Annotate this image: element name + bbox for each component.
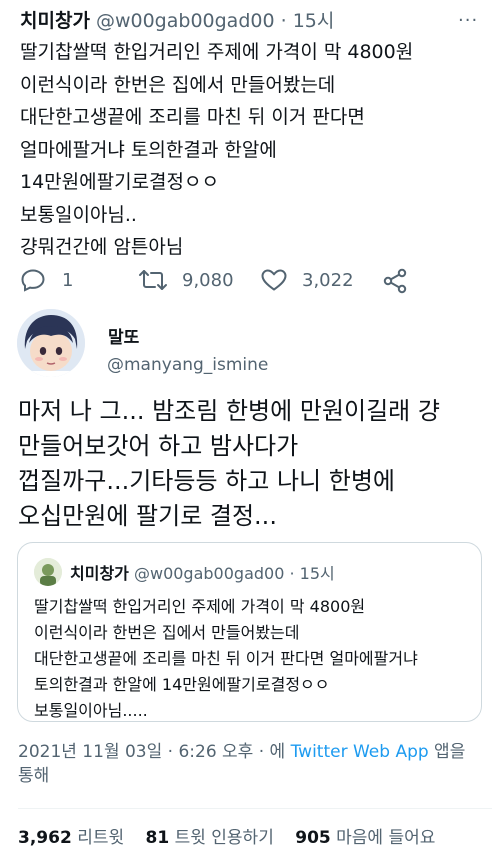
quoted-tweet-line: 보통일이아님..... bbox=[34, 701, 148, 720]
tweet2-line: 오십만원에 팔기로 결정... bbox=[18, 502, 277, 530]
quoted-tweet-time: 15시 bbox=[299, 564, 335, 583]
retweets-count: 3,962 bbox=[18, 828, 72, 848]
quotes-stat[interactable]: 81 트윗 인용하기 bbox=[146, 828, 274, 848]
tweet1-line: 걍뭐건간에 암튼아님 bbox=[20, 236, 184, 258]
engagement-stats: 3,962 리트윗 81 트윗 인용하기 905 마음에 들어요 bbox=[18, 823, 435, 848]
share-button[interactable] bbox=[382, 268, 408, 294]
tweet1-display-name[interactable]: 치미창가 bbox=[20, 10, 90, 32]
tweet1-line: 대단한고생끝에 조리를 마친 뒤 이거 판다면 bbox=[20, 106, 365, 128]
tweet-timestamp[interactable]: 2021년 11월 03일 · 6:26 오후 · 에 bbox=[18, 742, 291, 762]
retweet-icon bbox=[138, 268, 168, 292]
tweet1-line: 보통일이아님.. bbox=[20, 203, 137, 226]
reply-count: 1 bbox=[62, 269, 74, 291]
meta-line2: 통해 bbox=[18, 766, 50, 786]
quoted-tweet-text: 딸기찹쌀떡 한입거리인 주제에 가격이 막 4800원 이런식이라 한번은 집에… bbox=[34, 594, 474, 724]
reply-button[interactable]: 1 bbox=[20, 268, 73, 292]
retweet-button[interactable]: 9,080 bbox=[138, 268, 234, 292]
tweet1-header: 치미창가 @w00gab00gad00 · 15시 bbox=[20, 6, 334, 33]
tweet2-display-name[interactable]: 말또 bbox=[108, 323, 139, 348]
source-app-link[interactable]: Twitter Web App bbox=[291, 742, 429, 762]
tweet2-text: 마저 나 그... 밤조림 한병에 만원이길래 걍 만들어보갓어 하고 밤사다가… bbox=[18, 394, 488, 534]
tweet2-line: 껍질까구...기타등등 하고 나니 한병에 bbox=[18, 467, 395, 495]
heart-icon bbox=[260, 268, 288, 292]
likes-label: 마음에 들어요 bbox=[336, 828, 436, 848]
more-options-button[interactable]: ··· bbox=[458, 10, 478, 31]
tweet1-separator: · bbox=[280, 10, 287, 32]
quoted-tweet-line: 토의한결과 한알에 14만원에팔기로결정ㅇㅇ bbox=[34, 675, 330, 694]
tweet1-line: 이런식이라 한번은 집에서 만들어봤는데 bbox=[20, 73, 336, 96]
share-icon bbox=[382, 268, 408, 294]
tweet1-text: 딸기찹쌀떡 한입거리인 주제에 가격이 막 4800원 이런식이라 한번은 집에… bbox=[20, 36, 490, 264]
quoted-tweet-line: 딸기찹쌀떡 한입거리인 주제에 가격이 막 4800원 bbox=[34, 597, 366, 616]
tweet-metadata: 2021년 11월 03일 · 6:26 오후 · 에 Twitter Web … bbox=[18, 740, 488, 788]
tweet2-line: 만들어보갓어 하고 밤사다가 bbox=[18, 432, 299, 460]
tweet1-line: 딸기찹쌀떡 한입거리인 주제에 가격이 막 4800원 bbox=[20, 41, 414, 63]
tweet1-line: 얼마에팔거냐 토의한결과 한알에 bbox=[20, 138, 277, 161]
tweet2-handle[interactable]: @manyang_ismine bbox=[107, 355, 268, 375]
tweet1-line: 14만원에팔기로결정ㅇㅇ bbox=[20, 171, 219, 193]
retweets-label: 리트윗 bbox=[77, 828, 125, 848]
quoted-tweet-avatar[interactable] bbox=[34, 558, 62, 586]
quoted-tweet-line: 이런식이라 한번은 집에서 만들어봤는데 bbox=[34, 623, 300, 642]
tweet1-handle[interactable]: @w00gab00gad00 bbox=[96, 10, 275, 32]
likes-stat[interactable]: 905 마음에 들어요 bbox=[295, 828, 435, 848]
quoted-tweet-line: 대단한고생끝에 조리를 마친 뒤 이거 판다면 얼마에팔거냐 bbox=[34, 649, 418, 668]
like-button[interactable]: 3,022 bbox=[260, 268, 354, 292]
tweet2-line: 마저 나 그... 밤조림 한병에 만원이길래 걍 bbox=[18, 397, 440, 425]
like-count: 3,022 bbox=[302, 269, 354, 291]
quoted-tweet-header: 치미창가 @w00gab00gad00 · 15시 bbox=[70, 560, 335, 584]
divider bbox=[18, 808, 492, 809]
quotes-label: 트윗 인용하기 bbox=[174, 828, 274, 848]
tweet1-time[interactable]: 15시 bbox=[293, 10, 335, 32]
retweets-stat[interactable]: 3,962 리트윗 bbox=[18, 828, 124, 848]
quoted-tweet-handle: @w00gab00gad00 bbox=[133, 564, 285, 583]
retweet-count: 9,080 bbox=[182, 269, 234, 291]
likes-count: 905 bbox=[295, 828, 331, 848]
quoted-tweet-display-name: 치미창가 bbox=[70, 564, 129, 583]
reply-icon bbox=[20, 268, 46, 292]
quotes-count: 81 bbox=[145, 828, 170, 848]
avatar[interactable] bbox=[17, 309, 85, 377]
meta-suffix: 앱을 bbox=[428, 742, 466, 762]
quoted-tweet-separator: · bbox=[289, 564, 295, 583]
